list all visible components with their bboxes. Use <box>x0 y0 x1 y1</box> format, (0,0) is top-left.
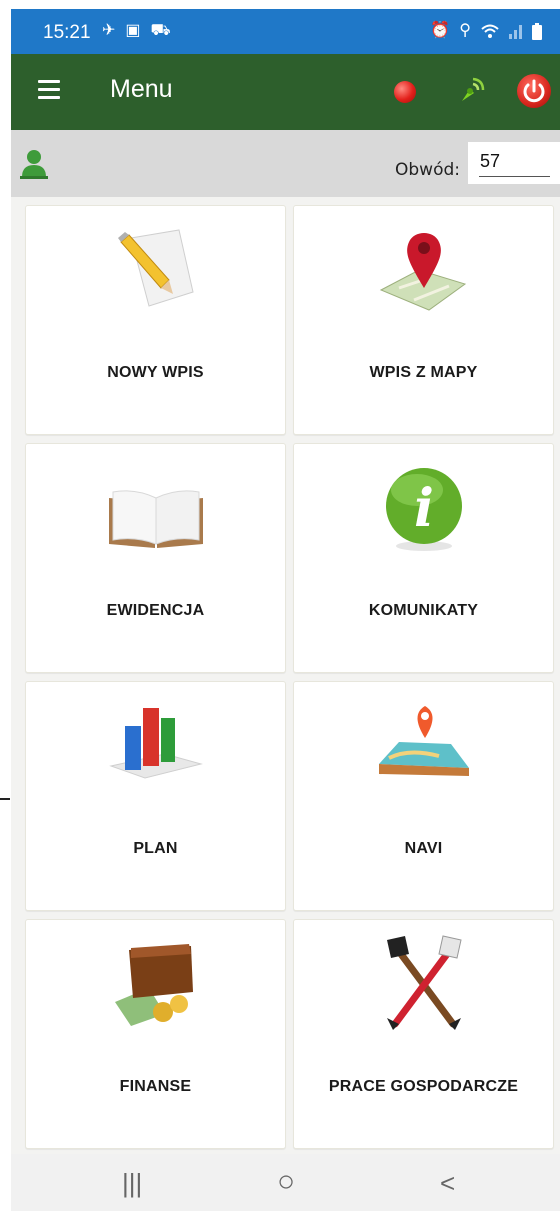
power-icon[interactable] <box>517 74 551 108</box>
gps-signal-icon[interactable] <box>456 75 486 105</box>
wallet-icon <box>114 944 193 1026</box>
hamburger-menu-icon[interactable] <box>38 80 60 99</box>
svg-text:i: i <box>414 478 434 539</box>
tile-plan[interactable]: PLAN <box>25 681 286 911</box>
car-icon: ⛟ <box>150 22 171 39</box>
tile-label: KOMUNIKATY <box>368 602 479 619</box>
circuit-value: 57 <box>480 151 501 171</box>
map-pin-icon <box>379 233 466 311</box>
gallery-icon: ▣ <box>125 22 141 39</box>
wifi-icon <box>481 24 499 38</box>
user-icon[interactable] <box>20 147 48 179</box>
page-title: Menu <box>110 75 173 103</box>
info-icon: i <box>385 468 462 551</box>
tile-wpis-z-mapy[interactable]: WPIS Z MAPY <box>293 205 554 435</box>
bar-chart-icon <box>108 708 203 779</box>
pencil-paper-icon <box>117 229 194 307</box>
tile-label: EWIDENCJA <box>106 602 205 619</box>
signal-icon <box>509 25 522 39</box>
input-underline <box>479 176 550 177</box>
phone-screen: 15:21 ✈ ▣ ⛟ ⏰ ⚲ Menu Obwód: 57 NOWY WPIS… <box>11 9 560 1211</box>
circuit-input[interactable]: 57 <box>468 142 560 184</box>
crossed-axes-icon <box>386 935 462 1030</box>
tile-label: FINANSE <box>119 1078 192 1095</box>
tile-label: NOWY WPIS <box>107 364 204 381</box>
battery-icon <box>532 22 542 40</box>
status-bar: 15:21 ✈ ▣ ⛟ ⏰ ⚲ <box>11 9 560 54</box>
tile-komunikaty[interactable]: i KOMUNIKATY <box>293 443 554 673</box>
alarm-icon: ⏰ <box>430 22 451 39</box>
location-icon: ⚲ <box>459 22 471 39</box>
circuit-label: Obwód: <box>395 160 460 180</box>
open-book-icon <box>108 490 203 548</box>
tile-label: NAVI <box>404 840 443 857</box>
back-icon[interactable]: < <box>440 1168 455 1199</box>
tile-nowy-wpis[interactable]: NOWY WPIS <box>25 205 286 435</box>
tile-label: PLAN <box>133 840 178 857</box>
tile-label: WPIS Z MAPY <box>369 364 478 381</box>
tile-prace-gospodarcze[interactable]: PRACE GOSPODARCZE <box>293 919 554 1149</box>
recent-apps-icon[interactable]: ||| <box>122 1168 142 1199</box>
tile-ewidencja[interactable]: EWIDENCJA <box>25 443 286 673</box>
record-icon[interactable] <box>394 81 416 103</box>
flight-icon: ✈ <box>102 22 116 39</box>
app-bar: Menu <box>11 54 560 130</box>
circuit-bar: Obwód: 57 <box>11 130 560 197</box>
left-edge-mark <box>0 798 10 800</box>
status-time: 15:21 <box>43 22 91 43</box>
status-left-icons: ✈ ▣ ⛟ <box>102 21 171 41</box>
android-nav-bar: ||| ○ < <box>11 1154 560 1211</box>
tile-navi[interactable]: NAVI <box>293 681 554 911</box>
home-icon[interactable]: ○ <box>277 1165 295 1199</box>
map-navigation-icon <box>378 706 469 776</box>
tile-label: PRACE GOSPODARCZE <box>328 1078 519 1095</box>
tile-finanse[interactable]: FINANSE <box>25 919 286 1149</box>
status-right-icons: ⏰ ⚲ <box>430 21 542 41</box>
